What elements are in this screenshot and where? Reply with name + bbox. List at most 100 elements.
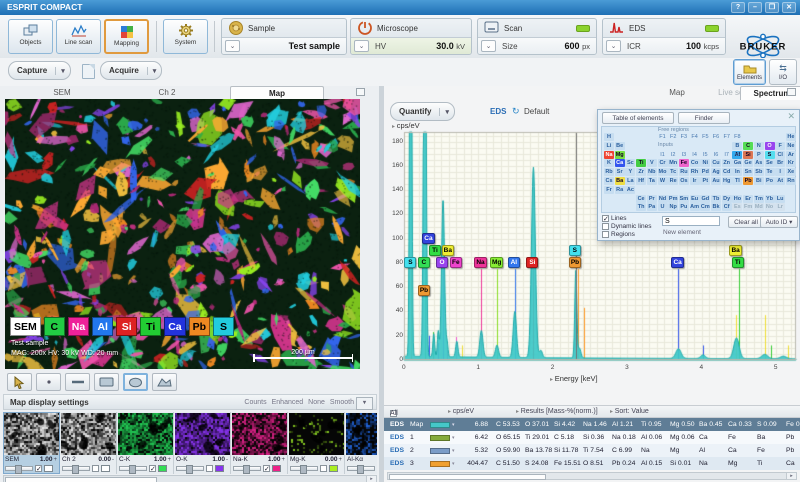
display-option-enhanced[interactable]: Enhanced [272,399,304,406]
channel-thumbnail-SEM[interactable]: SEM1.00+ [3,412,60,474]
region-I7[interactable]: I7 [722,151,732,159]
channel-thumbnail-Mg-K[interactable]: Mg-K0.00+ [288,412,345,474]
polygon-tool-button[interactable] [152,373,177,391]
channel-visible-checkbox[interactable] [320,465,327,472]
map-display-settings-bar[interactable]: Map display settings CountsEnhancedNoneS… [3,394,377,410]
element-As[interactable]: As [754,159,764,167]
element-No[interactable]: No [765,203,775,211]
eds-dropdown[interactable]: ⌄ [606,40,621,52]
row-color-swatch[interactable] [430,448,450,454]
channel-weight-value[interactable]: 1.00- [212,456,228,464]
element-Bk[interactable]: Bk [711,203,721,211]
row-color-dropdown-icon[interactable]: ▾ [452,422,455,428]
element-Zn[interactable]: Zn [722,159,732,167]
region-I4[interactable]: I4 [690,151,700,159]
display-option-none[interactable]: None [308,399,325,406]
element-Ti[interactable]: Ti [636,159,646,167]
maximize-button[interactable]: ❐ [765,2,779,13]
element-P[interactable]: P [754,151,764,159]
channel-weight-value[interactable]: 1.00+ [268,456,285,464]
element-Ar[interactable]: Ar [786,151,796,159]
element-Cm[interactable]: Cm [700,203,710,211]
element-Hf[interactable]: Hf [636,177,646,185]
lines-checkbox[interactable] [602,215,609,222]
row-color-dropdown-icon[interactable]: ▾ [452,448,455,454]
channel-thumbnail-Na-K[interactable]: Na-K1.00+ [231,412,288,474]
element-Pa[interactable]: Pa [647,203,657,211]
channel-color-swatch[interactable] [329,465,338,472]
mapping-button[interactable]: Mapping [104,19,149,54]
display-option-counts[interactable]: Counts [244,399,266,406]
channel-thumbnail-C-K[interactable]: C-K1.00+ [117,412,174,474]
channel-weight-slider[interactable] [347,466,375,471]
element-Ac[interactable]: Ac [625,186,635,194]
element-Er[interactable]: Er [743,195,753,203]
element-Rh[interactable]: Rh [690,168,700,176]
element-Fr[interactable]: Fr [604,186,614,194]
results-row-2[interactable]: EDS2▾5.32O 59.90Ba 13.78Si 11.78Ti 7.54C… [384,444,800,457]
element-Be[interactable]: Be [615,142,625,150]
region-F5[interactable]: F5 [700,133,710,141]
finder-tab[interactable]: Finder [678,112,730,124]
minimize-button[interactable]: – [748,2,762,13]
element-Ni[interactable]: Ni [700,159,710,167]
element-In[interactable]: In [732,168,742,176]
channel-visible-checkbox[interactable] [149,465,156,472]
element-Zr[interactable]: Zr [636,168,646,176]
element-Rn[interactable]: Rn [786,177,796,185]
element-Fm[interactable]: Fm [743,203,753,211]
element-Md[interactable]: Md [754,203,764,211]
element-Br[interactable]: Br [775,159,785,167]
element-Ir[interactable]: Ir [690,177,700,185]
region-F6[interactable]: F6 [711,133,721,141]
element-At[interactable]: At [775,177,785,185]
element-Cs[interactable]: Cs [604,177,614,185]
element-Mg[interactable]: Mg [615,151,625,159]
element-K[interactable]: K [604,159,614,167]
element-Te[interactable]: Te [765,168,775,176]
hv-value[interactable]: 30.0 kV [436,41,465,51]
region-F3[interactable]: F3 [679,133,689,141]
element-N[interactable]: N [754,142,764,150]
row-color-swatch[interactable] [430,435,450,441]
element-Co[interactable]: Co [690,159,700,167]
popup-close-icon[interactable]: ✕ [787,111,795,122]
element-Sr[interactable]: Sr [615,168,625,176]
element-Sm[interactable]: Sm [679,195,689,203]
thumbnails-scrollbar[interactable]: ▸ [3,475,377,482]
spectrum-element-chip-O[interactable]: O [436,257,448,268]
element-Os[interactable]: Os [679,177,689,185]
element-Kr[interactable]: Kr [786,159,796,167]
sort-column-header[interactable]: Sort: Value [610,408,649,415]
size-value[interactable]: 600 px [565,41,590,51]
tab-map[interactable]: Map [230,86,324,100]
channel-weight-slider[interactable] [233,466,261,471]
region-F8[interactable]: F8 [732,133,742,141]
map-legend-chip-C[interactable]: C [44,317,65,336]
region-F4[interactable]: F4 [690,133,700,141]
element-H[interactable]: H [604,133,614,141]
channel-visible-checkbox[interactable] [206,465,213,472]
channel-color-swatch[interactable] [101,465,110,472]
spectrum-element-chip-Pb[interactable]: Pb [418,285,430,296]
element-Ne[interactable]: Ne [786,142,796,150]
element-Ag[interactable]: Ag [711,168,721,176]
channel-thumbnail-Al-Kα[interactable]: Al-Kα1.00+ [345,412,377,474]
spectrum-element-chip-Ba[interactable]: Ba [442,245,454,256]
element-Cf[interactable]: Cf [722,203,732,211]
region-F7[interactable]: F7 [722,133,732,141]
tab-sem[interactable]: SEM [30,86,94,99]
close-button[interactable]: ✕ [782,2,796,13]
spectrum-element-chip-Ti[interactable]: Ti [732,257,744,268]
element-Li[interactable]: Li [604,142,614,150]
dynamic-lines-checkbox[interactable] [602,223,609,230]
element-Pu[interactable]: Pu [679,203,689,211]
element-Tm[interactable]: Tm [754,195,764,203]
element-Se[interactable]: Se [765,159,775,167]
channel-color-swatch[interactable] [158,465,167,472]
row-color-swatch[interactable] [430,461,450,467]
element-Ce[interactable]: Ce [636,195,646,203]
results-row-3[interactable]: EDS3▾404.47C 51.50S 24.08Fe 15.51O 8.51P… [384,457,800,470]
left-panel-expand-icon[interactable] [356,88,365,96]
element-Ga[interactable]: Ga [732,159,742,167]
